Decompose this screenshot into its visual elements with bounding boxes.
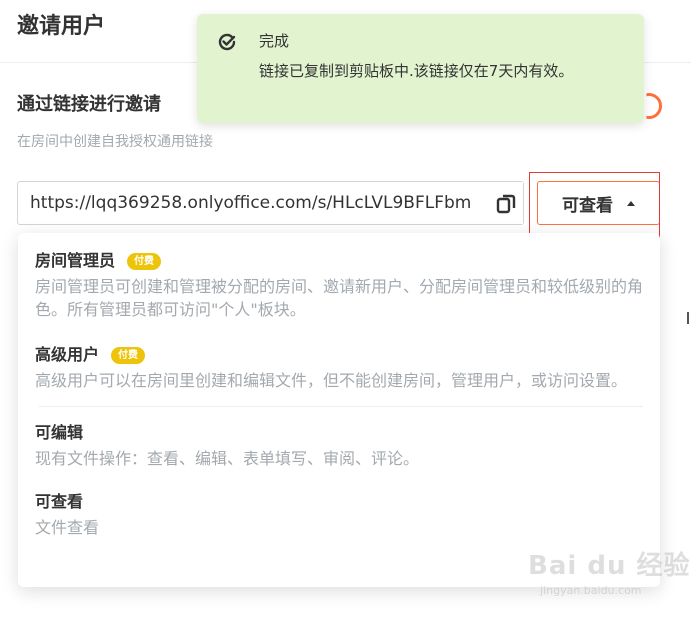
- menu-item-description: 房间管理员可创建和管理被分配的房间、邀请新用户、分配房间管理员和较低级别的角色。…: [35, 277, 644, 319]
- menu-item-power-user[interactable]: 高级用户 付费 高级用户可以在房间里创建和编辑文件，但不能创建房间，管理用户，或…: [35, 343, 660, 392]
- caret-up-icon: [627, 200, 635, 206]
- edge-cursor-mark: [687, 312, 689, 324]
- menu-item-description: 文件查看: [35, 518, 100, 537]
- menu-item-room-admin[interactable]: 房间管理员 付费 房间管理员可创建和管理被分配的房间、邀请新用户、分配房间管理员…: [35, 249, 660, 321]
- success-toast: 完成 链接已复制到剪贴板中.该链接仅在7天内有效。: [197, 14, 644, 123]
- access-level-menu: 房间管理员 付费 房间管理员可创建和管理被分配的房间、邀请新用户、分配房间管理员…: [18, 233, 660, 587]
- menu-item-title: 房间管理员: [35, 251, 116, 270]
- paid-badge: 付费: [127, 252, 162, 270]
- toast-message: 链接已复制到剪贴板中.该链接仅在7天内有效。: [259, 62, 574, 80]
- menu-item-title: 高级用户: [35, 345, 100, 364]
- menu-item-title: 可查看: [35, 492, 84, 511]
- menu-item-title: 可编辑: [35, 423, 84, 442]
- menu-item-viewer[interactable]: 可查看 文件查看: [35, 490, 660, 539]
- invite-link-value[interactable]: https://lqq369258.onlyoffice.com/s/HLcLV…: [18, 193, 489, 213]
- paid-badge: 付费: [111, 346, 146, 364]
- link-section-title: 通过链接进行邀请: [17, 94, 161, 115]
- check-circle-icon: [218, 33, 236, 51]
- invite-link-field[interactable]: https://lqq369258.onlyoffice.com/s/HLcLV…: [17, 181, 524, 225]
- menu-item-description: 现有文件操作：查看、编辑、表单填写、审阅、评论。: [35, 449, 420, 468]
- access-level-button[interactable]: 可查看: [537, 181, 660, 225]
- panel-title: 邀请用户: [17, 14, 106, 39]
- link-section-description: 在房间中创建自我授权通用链接: [17, 134, 213, 150]
- menu-item-description: 高级用户可以在房间里创建和编辑文件，但不能创建房间，管理用户，或访问设置。: [35, 371, 628, 390]
- toast-title: 完成: [259, 32, 290, 50]
- copy-icon[interactable]: [489, 182, 523, 224]
- access-level-label: 可查看: [562, 195, 613, 216]
- menu-divider: [39, 406, 643, 407]
- menu-item-editor[interactable]: 可编辑 现有文件操作：查看、编辑、表单填写、审阅、评论。: [35, 421, 660, 470]
- watermark-logo: Bai du 经验: [528, 551, 691, 581]
- watermark-url: jingyan.baidu.com: [540, 584, 642, 597]
